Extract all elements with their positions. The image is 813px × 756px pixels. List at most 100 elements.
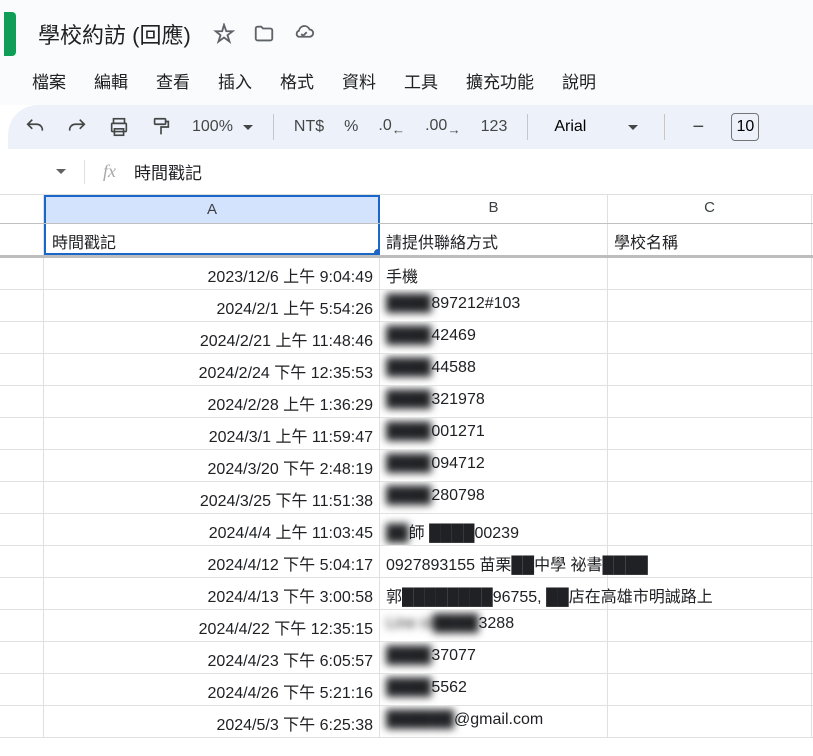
cell[interactable] xyxy=(608,706,812,737)
cell[interactable]: 2024/2/28 上午 1:36:29 xyxy=(44,386,380,417)
menu-data[interactable]: 資料 xyxy=(342,68,376,93)
cell[interactable]: 2024/4/13 下午 3:00:58 xyxy=(44,578,380,609)
cell[interactable] xyxy=(608,290,812,321)
number-format-button[interactable]: 123 xyxy=(481,118,508,136)
menu-file[interactable]: 檔案 xyxy=(32,68,66,93)
row-number[interactable] xyxy=(0,418,44,449)
row-number[interactable] xyxy=(0,674,44,705)
cell[interactable]: ████001271 xyxy=(380,418,608,449)
menu-edit[interactable]: 編輯 xyxy=(94,68,128,93)
cell[interactable]: 2024/2/1 上午 5:54:26 xyxy=(44,290,380,321)
cell[interactable] xyxy=(608,642,812,673)
cell[interactable]: 2024/4/26 下午 5:21:16 xyxy=(44,674,380,705)
menu-extensions[interactable]: 擴充功能 xyxy=(466,68,534,93)
selection-handle[interactable] xyxy=(374,249,380,255)
row-number[interactable] xyxy=(0,258,44,289)
cell[interactable] xyxy=(608,386,812,417)
font-select[interactable]: Arial xyxy=(548,118,644,136)
cell[interactable]: 2024/4/4 上午 11:03:45 xyxy=(44,514,380,545)
folder-icon[interactable] xyxy=(253,23,275,45)
cell[interactable]: 郭████████96755, ██店在高雄市明誠路上 xyxy=(380,578,608,609)
cell[interactable] xyxy=(608,322,812,353)
row-number[interactable] xyxy=(0,386,44,417)
cell[interactable]: 0927893155 苗栗██中學 祕書████ xyxy=(380,546,608,577)
column-header-a[interactable]: A xyxy=(44,195,380,223)
menu-view[interactable]: 查看 xyxy=(156,68,190,93)
row-number[interactable] xyxy=(0,578,44,609)
cell[interactable]: 2024/4/23 下午 6:05:57 xyxy=(44,642,380,673)
cell[interactable] xyxy=(608,578,812,609)
cell[interactable]: 2024/5/3 下午 6:25:38 xyxy=(44,706,380,737)
row-number[interactable] xyxy=(0,706,44,737)
formula-bar[interactable]: 時間戳記 xyxy=(134,159,202,184)
menu-help[interactable]: 說明 xyxy=(562,68,596,93)
row-number[interactable] xyxy=(0,354,44,385)
table-row: 2024/4/12 下午 5:04:170927893155 苗栗██中學 祕書… xyxy=(0,546,813,578)
cell[interactable]: ██師 ████00239 xyxy=(380,514,608,545)
paint-format-icon[interactable] xyxy=(150,116,172,138)
menu-insert[interactable]: 插入 xyxy=(218,68,252,93)
cell[interactable]: ████44588 xyxy=(380,354,608,385)
cell[interactable]: 2024/4/22 下午 12:35:15 xyxy=(44,610,380,641)
cell[interactable] xyxy=(608,450,812,481)
menu-format[interactable]: 格式 xyxy=(280,68,314,93)
cell[interactable]: ████321978 xyxy=(380,386,608,417)
cell[interactable]: 2023/12/6 上午 9:04:49 xyxy=(44,258,380,289)
row-number[interactable] xyxy=(0,482,44,513)
row-number[interactable] xyxy=(0,450,44,481)
cell[interactable] xyxy=(608,354,812,385)
cell[interactable]: 手機 xyxy=(380,258,608,289)
cell[interactable]: Line id████3288 xyxy=(380,610,608,641)
cell[interactable]: ████280798 xyxy=(380,482,608,513)
row-number[interactable] xyxy=(0,290,44,321)
cell[interactable]: 2024/3/1 上午 11:59:47 xyxy=(44,418,380,449)
dropdown-arrow-icon xyxy=(243,125,253,130)
doc-title[interactable]: 學校約訪 (回應) xyxy=(30,18,191,50)
cell[interactable]: 2024/4/12 下午 5:04:17 xyxy=(44,546,380,577)
undo-icon[interactable] xyxy=(24,116,46,138)
name-box-dropdown[interactable] xyxy=(56,169,66,174)
menu-tools[interactable]: 工具 xyxy=(404,68,438,93)
redo-icon[interactable] xyxy=(66,116,88,138)
cell[interactable]: ████42469 xyxy=(380,322,608,353)
cell[interactable]: 2024/2/24 下午 12:35:53 xyxy=(44,354,380,385)
cell[interactable]: 請提供聯絡方式 xyxy=(380,224,608,255)
cell[interactable]: ████37077 xyxy=(380,642,608,673)
cell[interactable]: ████897212#103 xyxy=(380,290,608,321)
print-icon[interactable] xyxy=(108,116,130,138)
cell[interactable]: ██████@gmail.com xyxy=(380,706,608,737)
fontsize-input[interactable]: 10 xyxy=(731,113,759,141)
decrease-fontsize-button[interactable]: − xyxy=(685,114,711,140)
decrease-decimal-button[interactable]: .0← xyxy=(378,117,405,137)
row-number[interactable] xyxy=(0,224,44,255)
cell[interactable]: 2024/3/20 下午 2:48:19 xyxy=(44,450,380,481)
cell[interactable]: 2024/2/21 上午 11:48:46 xyxy=(44,322,380,353)
cell[interactable] xyxy=(608,610,812,641)
cloud-check-icon[interactable] xyxy=(293,23,315,45)
cell[interactable]: 2024/3/25 下午 11:51:38 xyxy=(44,482,380,513)
currency-button[interactable]: NT$ xyxy=(294,118,324,136)
cell[interactable] xyxy=(608,546,812,577)
row-number[interactable] xyxy=(0,642,44,673)
cell[interactable] xyxy=(608,674,812,705)
select-all-corner[interactable] xyxy=(0,195,44,223)
row-number[interactable] xyxy=(0,546,44,577)
zoom-select[interactable]: 100% xyxy=(192,118,253,136)
increase-decimal-button[interactable]: .00→ xyxy=(425,117,461,137)
font-name: Arial xyxy=(554,118,586,136)
cell[interactable]: 學校名稱 xyxy=(608,224,812,255)
star-icon[interactable] xyxy=(213,23,235,45)
percent-button[interactable]: % xyxy=(344,118,358,136)
cell[interactable] xyxy=(608,418,812,449)
selected-cell[interactable]: 時間戳記 xyxy=(44,224,380,255)
cell[interactable] xyxy=(608,514,812,545)
column-header-b[interactable]: B xyxy=(380,195,608,223)
cell[interactable]: ████5562 xyxy=(380,674,608,705)
cell[interactable] xyxy=(608,482,812,513)
cell[interactable] xyxy=(608,258,812,289)
row-number[interactable] xyxy=(0,322,44,353)
row-number[interactable] xyxy=(0,610,44,641)
column-header-c[interactable]: C xyxy=(608,195,812,223)
row-number[interactable] xyxy=(0,514,44,545)
cell[interactable]: ████094712 xyxy=(380,450,608,481)
